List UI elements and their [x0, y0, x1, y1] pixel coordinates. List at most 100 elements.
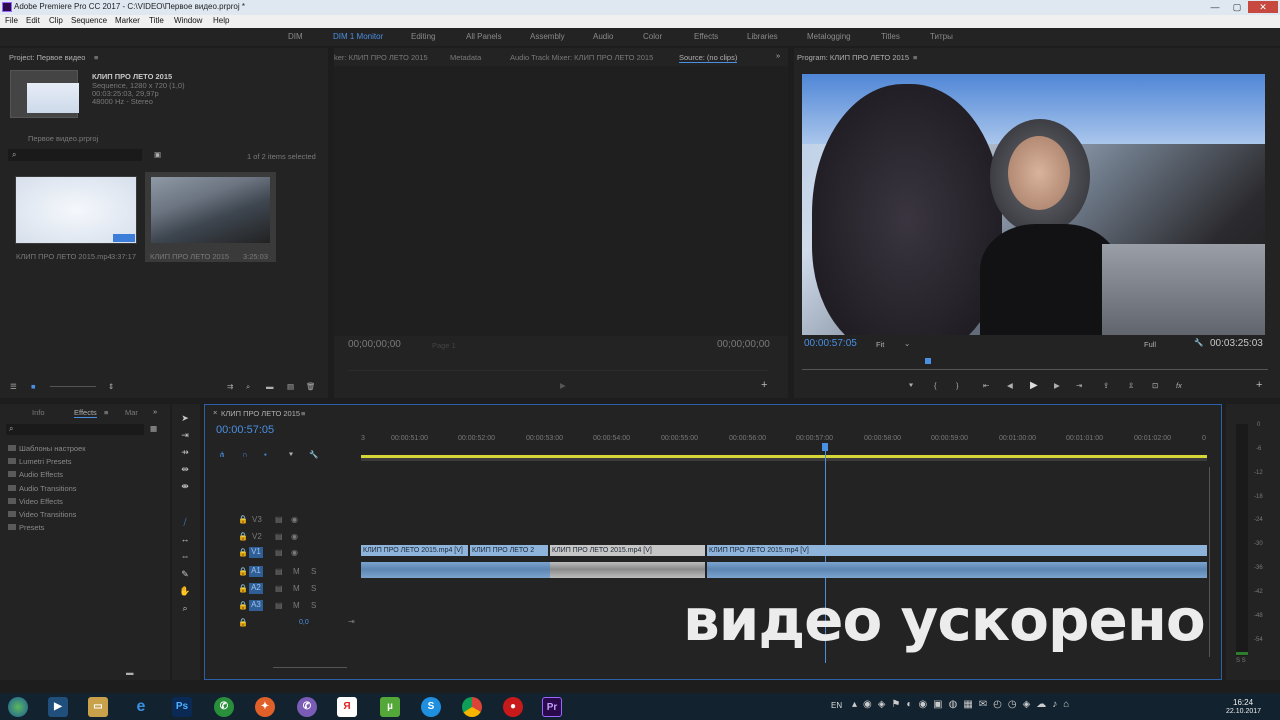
clock-date[interactable]: 22.10.2017 — [1226, 708, 1261, 715]
track-name[interactable]: A2 — [249, 583, 263, 594]
audio-clip[interactable] — [707, 562, 1207, 578]
new-preset-bin-icon[interactable]: ▦ — [150, 424, 157, 433]
slide-tool-icon[interactable]: ⇔ — [178, 550, 192, 562]
sync-lock-icon[interactable]: ▤ — [275, 584, 283, 593]
clock-time[interactable]: 16:24 — [1233, 698, 1253, 707]
tab-metadata[interactable]: Metadata — [450, 53, 481, 62]
close-button[interactable]: ✕ — [1248, 1, 1278, 13]
quality-dropdown[interactable]: Full — [1144, 340, 1156, 349]
track-name[interactable]: A1 — [249, 566, 263, 577]
workspace-metalogging[interactable]: Metalogging — [807, 32, 851, 41]
internet-explorer-icon[interactable]: e — [131, 697, 151, 717]
language-indicator[interactable]: EN — [831, 701, 842, 710]
photoshop-icon[interactable]: Ps — [172, 697, 192, 717]
project-item-thumbnail[interactable] — [150, 176, 271, 244]
video-clip[interactable]: КЛИП ПРО ЛЕТО 2015.mp4 [V] — [707, 545, 1207, 556]
tab-source[interactable]: Source: (no clips) — [679, 53, 738, 63]
marker-icon[interactable]: ⯆ — [908, 381, 914, 391]
new-item-icon[interactable]: ▤ — [287, 382, 294, 391]
add-marker-icon[interactable]: ▪ — [264, 450, 267, 459]
camera-icon[interactable]: ⊡ — [1152, 381, 1158, 390]
effects-folder-presets[interactable]: Presets — [8, 523, 44, 532]
zoom-tool-icon[interactable]: ⌕ — [178, 602, 192, 614]
source-timecode-in[interactable]: 00;00;00;00 — [348, 339, 401, 350]
mark-in-icon[interactable]: { — [934, 381, 937, 390]
source-viewer[interactable] — [334, 66, 788, 336]
workspace-editing[interactable]: Editing — [411, 32, 435, 41]
lift-icon[interactable]: ⇪ — [1103, 381, 1109, 390]
master-value[interactable]: 0,0 — [299, 619, 309, 626]
tab-effects[interactable]: Effects — [74, 408, 97, 418]
workspace-dim[interactable]: DIM — [288, 32, 303, 41]
lock-icon[interactable]: 🔒 — [238, 548, 248, 557]
trash-icon[interactable]: 🗑 — [306, 382, 316, 391]
torrent-icon[interactable]: µ — [380, 697, 400, 717]
sync-lock-icon[interactable]: ▤ — [275, 532, 283, 541]
game-app-icon[interactable]: ✦ — [255, 697, 275, 717]
panel-menu-icon[interactable]: ≡ — [104, 408, 108, 417]
track-name[interactable]: V1 — [249, 547, 263, 558]
step-back-icon[interactable]: ◀ — [1007, 381, 1013, 390]
extract-icon[interactable]: ⇫ — [1128, 381, 1134, 390]
workspace-libraries[interactable]: Libraries — [747, 32, 778, 41]
automate-icon[interactable]: ⇉ — [227, 382, 233, 391]
razor-tool-icon[interactable]: ⧸ — [178, 516, 192, 528]
rolling-edit-tool-icon[interactable]: ⇹ — [178, 463, 192, 475]
lock-icon[interactable]: 🔒 — [238, 532, 248, 541]
source-play-icon[interactable]: ▶ — [560, 381, 566, 390]
pen-tool-icon[interactable]: ✎ — [178, 568, 192, 580]
new-folder-icon[interactable]: ▬ — [126, 668, 134, 677]
menu-edit[interactable]: Edit — [26, 16, 40, 25]
mark-out-icon[interactable]: } — [956, 381, 959, 390]
lock-icon[interactable]: 🔒 — [238, 584, 248, 593]
source-add-button-icon[interactable]: + — [761, 379, 767, 391]
mute-button[interactable]: M — [293, 601, 300, 610]
wrench-icon[interactable]: 🔧 — [309, 450, 318, 459]
workspace-color[interactable]: Color — [643, 32, 662, 41]
rate-stretch-tool-icon[interactable]: ⇼ — [178, 480, 192, 492]
menu-clip[interactable]: Clip — [49, 16, 63, 25]
go-to-in-icon[interactable]: ⇤ — [983, 381, 989, 390]
program-tab[interactable]: Program: КЛИП ПРО ЛЕТО 2015 — [797, 53, 909, 62]
mute-button[interactable]: M — [293, 567, 300, 576]
timeline-zoom-scrollbar[interactable] — [273, 667, 347, 668]
selection-tool-icon[interactable]: ➤ — [178, 412, 192, 424]
more-tabs-icon[interactable]: » — [153, 407, 157, 416]
effects-folder-audio-transitions[interactable]: Audio Transitions — [8, 484, 77, 493]
record-app-icon[interactable]: ● — [503, 697, 523, 717]
workspace-dim-1-monitor[interactable]: DIM 1 Monitor — [333, 32, 383, 41]
step-forward-icon[interactable]: ▶ — [1054, 381, 1060, 390]
explorer-icon[interactable]: ▭ — [88, 697, 108, 717]
effects-search-input[interactable]: ⌕ — [6, 424, 144, 435]
go-to-end-icon[interactable]: ⇥ — [348, 617, 355, 626]
effects-folder-presets-ru[interactable]: Шаблоны настроек — [8, 444, 86, 453]
marker-icon[interactable]: ⯆ — [288, 450, 294, 460]
chrome-icon[interactable] — [462, 697, 482, 717]
effects-folder-audio-effects[interactable]: Audio Effects — [8, 470, 63, 479]
panel-menu-icon[interactable]: ≡ — [913, 53, 917, 62]
sync-lock-icon[interactable]: ▤ — [275, 515, 283, 524]
workspace-effects[interactable]: Effects — [694, 32, 718, 41]
track-select-tool-icon[interactable]: ⇥ — [178, 429, 192, 441]
go-to-out-icon[interactable]: ⇥ — [1076, 381, 1082, 390]
audio-clip[interactable] — [361, 562, 550, 578]
video-clip-selected[interactable]: КЛИП ПРО ЛЕТО 2015.mp4 [V] — [550, 545, 705, 556]
menu-help[interactable]: Help — [213, 16, 229, 25]
workspace-titry[interactable]: Титры — [930, 32, 953, 41]
tab-markers[interactable]: Mar — [125, 408, 138, 417]
solo-button[interactable]: S — [311, 601, 316, 610]
more-tabs-icon[interactable]: » — [776, 51, 780, 60]
eye-icon[interactable]: ◉ — [291, 532, 298, 541]
sync-lock-icon[interactable]: ▤ — [275, 601, 283, 610]
time-ruler[interactable]: 3 00:00:51:00 00:00:52:00 00:00:53:00 00… — [361, 431, 1207, 449]
playhead-handle[interactable] — [822, 443, 828, 451]
menu-window[interactable]: Window — [174, 16, 202, 25]
menu-title[interactable]: Title — [149, 16, 164, 25]
menu-file[interactable]: File — [5, 16, 18, 25]
sync-lock-icon[interactable]: ▤ — [275, 567, 283, 576]
menu-sequence[interactable]: Sequence — [71, 16, 107, 25]
panel-menu-icon[interactable]: ≡ — [301, 409, 305, 418]
slip-tool-icon[interactable]: ↔ — [178, 533, 192, 545]
zoom-slider[interactable] — [50, 386, 96, 387]
mute-button[interactable]: M — [293, 584, 300, 593]
